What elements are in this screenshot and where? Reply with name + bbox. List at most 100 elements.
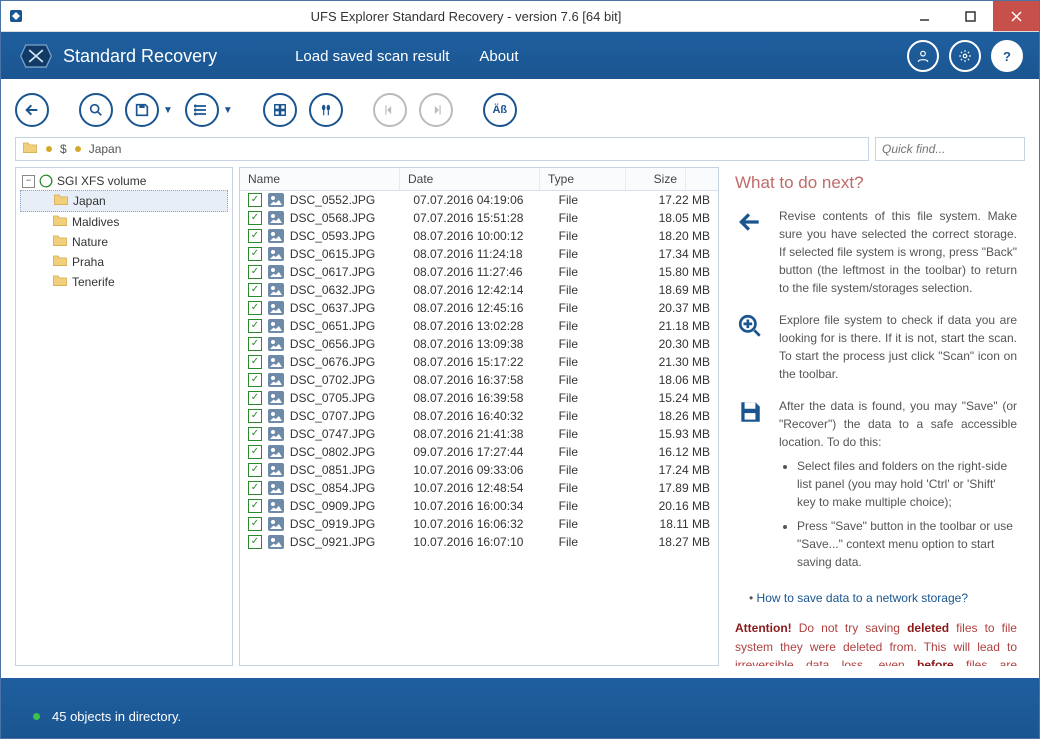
toolbar: ▼ ▼ Äß (15, 89, 1025, 137)
help-link[interactable]: How to save data to a network storage? (757, 591, 968, 605)
col-date[interactable]: Date (400, 168, 540, 190)
file-date: 08.07.2016 13:09:38 (413, 337, 552, 351)
file-size: 17.34 MB (650, 247, 710, 261)
file-row[interactable]: ✓DSC_0593.JPG08.07.2016 10:00:12File18.2… (240, 227, 718, 245)
list-body[interactable]: ✓DSC_0552.JPG07.07.2016 04:19:06File17.2… (240, 191, 718, 665)
find-button[interactable] (309, 93, 343, 127)
row-checkbox[interactable]: ✓ (248, 355, 262, 369)
file-row[interactable]: ✓DSC_0707.JPG08.07.2016 16:40:32File18.2… (240, 407, 718, 425)
menu-about[interactable]: About (479, 48, 518, 65)
row-checkbox[interactable]: ✓ (248, 211, 262, 225)
file-type: File (559, 499, 645, 513)
file-date: 08.07.2016 16:37:58 (413, 373, 552, 387)
row-checkbox[interactable]: ✓ (248, 247, 262, 261)
image-file-icon (268, 445, 284, 459)
file-date: 10.07.2016 09:33:06 (413, 463, 552, 477)
file-row[interactable]: ✓DSC_0851.JPG10.07.2016 09:33:06File17.2… (240, 461, 718, 479)
save-dropdown[interactable]: ▼ (163, 105, 173, 116)
image-file-icon (268, 337, 284, 351)
row-checkbox[interactable]: ✓ (248, 391, 262, 405)
file-name: DSC_0802.JPG (290, 445, 407, 459)
row-checkbox[interactable]: ✓ (248, 499, 262, 513)
tree-folder[interactable]: Tenerife (20, 272, 228, 292)
file-date: 08.07.2016 13:02:28 (413, 319, 552, 333)
row-checkbox[interactable]: ✓ (248, 535, 262, 549)
file-row[interactable]: ✓DSC_0705.JPG08.07.2016 16:39:58File15.2… (240, 389, 718, 407)
row-checkbox[interactable]: ✓ (248, 427, 262, 441)
app-icon (1, 8, 31, 24)
file-row[interactable]: ✓DSC_0919.JPG10.07.2016 16:06:32File18.1… (240, 515, 718, 533)
row-checkbox[interactable]: ✓ (248, 319, 262, 333)
tree-root-label: SGI XFS volume (57, 174, 146, 188)
row-checkbox[interactable]: ✓ (248, 463, 262, 477)
folder-icon (52, 234, 68, 250)
file-size: 20.30 MB (650, 337, 710, 351)
col-name[interactable]: Name (240, 168, 400, 190)
font-button[interactable]: Äß (483, 93, 517, 127)
file-name: DSC_0919.JPG (290, 517, 407, 531)
row-checkbox[interactable]: ✓ (248, 481, 262, 495)
file-type: File (559, 463, 645, 477)
breadcrumb[interactable]: $ Japan (15, 137, 869, 161)
image-file-icon (268, 265, 284, 279)
file-row[interactable]: ✓DSC_0552.JPG07.07.2016 04:19:06File17.2… (240, 191, 718, 209)
file-type: File (559, 193, 645, 207)
view-grid-button[interactable] (263, 93, 297, 127)
row-checkbox[interactable]: ✓ (248, 445, 262, 459)
file-size: 18.05 MB (650, 211, 710, 225)
menu-load-scan[interactable]: Load saved scan result (295, 48, 449, 65)
file-row[interactable]: ✓DSC_0747.JPG08.07.2016 21:41:38File15.9… (240, 425, 718, 443)
select-button[interactable] (185, 93, 219, 127)
file-row[interactable]: ✓DSC_0854.JPG10.07.2016 12:48:54File17.8… (240, 479, 718, 497)
row-checkbox[interactable]: ✓ (248, 193, 262, 207)
file-row[interactable]: ✓DSC_0637.JPG08.07.2016 12:45:16File20.3… (240, 299, 718, 317)
file-row[interactable]: ✓DSC_0702.JPG08.07.2016 16:37:58File18.0… (240, 371, 718, 389)
row-checkbox[interactable]: ✓ (248, 265, 262, 279)
row-checkbox[interactable]: ✓ (248, 373, 262, 387)
save-button[interactable] (125, 93, 159, 127)
file-name: DSC_0707.JPG (290, 409, 407, 423)
tree-folder[interactable]: Maldives (20, 212, 228, 232)
account-button[interactable] (907, 40, 939, 72)
row-checkbox[interactable]: ✓ (248, 337, 262, 351)
help-text-2: Explore file system to check if data you… (779, 311, 1017, 383)
volume-icon (39, 174, 53, 188)
file-row[interactable]: ✓DSC_0651.JPG08.07.2016 13:02:28File21.1… (240, 317, 718, 335)
file-row[interactable]: ✓DSC_0921.JPG10.07.2016 16:07:10File18.2… (240, 533, 718, 551)
settings-button[interactable] (949, 40, 981, 72)
row-checkbox[interactable]: ✓ (248, 301, 262, 315)
collapse-icon[interactable]: − (22, 175, 35, 188)
maximize-button[interactable] (947, 1, 993, 31)
file-row[interactable]: ✓DSC_0909.JPG10.07.2016 16:00:34File20.1… (240, 497, 718, 515)
minimize-button[interactable] (901, 1, 947, 31)
scan-button[interactable] (79, 93, 113, 127)
file-row[interactable]: ✓DSC_0676.JPG08.07.2016 15:17:22File21.3… (240, 353, 718, 371)
file-row[interactable]: ✓DSC_0632.JPG08.07.2016 12:42:14File18.6… (240, 281, 718, 299)
select-dropdown[interactable]: ▼ (223, 105, 233, 116)
tree-root[interactable]: − SGI XFS volume (20, 172, 228, 190)
back-button[interactable] (15, 93, 49, 127)
row-checkbox[interactable]: ✓ (248, 409, 262, 423)
file-row[interactable]: ✓DSC_0802.JPG09.07.2016 17:27:44File16.1… (240, 443, 718, 461)
close-button[interactable] (993, 1, 1039, 31)
col-size[interactable]: Size (626, 168, 686, 190)
file-size: 18.06 MB (650, 373, 710, 387)
col-type[interactable]: Type (540, 168, 626, 190)
file-row[interactable]: ✓DSC_0615.JPG08.07.2016 11:24:18File17.3… (240, 245, 718, 263)
save-icon (735, 397, 765, 577)
help-button[interactable]: ? (991, 40, 1023, 72)
file-date: 10.07.2016 12:48:54 (413, 481, 552, 495)
row-checkbox[interactable]: ✓ (248, 229, 262, 243)
file-size: 21.30 MB (650, 355, 710, 369)
file-row[interactable]: ✓DSC_0617.JPG08.07.2016 11:27:46File15.8… (240, 263, 718, 281)
file-name: DSC_0552.JPG (290, 193, 407, 207)
row-checkbox[interactable]: ✓ (248, 283, 262, 297)
row-checkbox[interactable]: ✓ (248, 517, 262, 531)
quickfind-input[interactable] (876, 142, 1040, 156)
tree-folder[interactable]: Praha (20, 252, 228, 272)
tree-folder[interactable]: Nature (20, 232, 228, 252)
tree-folder[interactable]: Japan (20, 190, 228, 212)
file-row[interactable]: ✓DSC_0656.JPG08.07.2016 13:09:38File20.3… (240, 335, 718, 353)
file-date: 07.07.2016 04:19:06 (413, 193, 552, 207)
file-row[interactable]: ✓DSC_0568.JPG07.07.2016 15:51:28File18.0… (240, 209, 718, 227)
